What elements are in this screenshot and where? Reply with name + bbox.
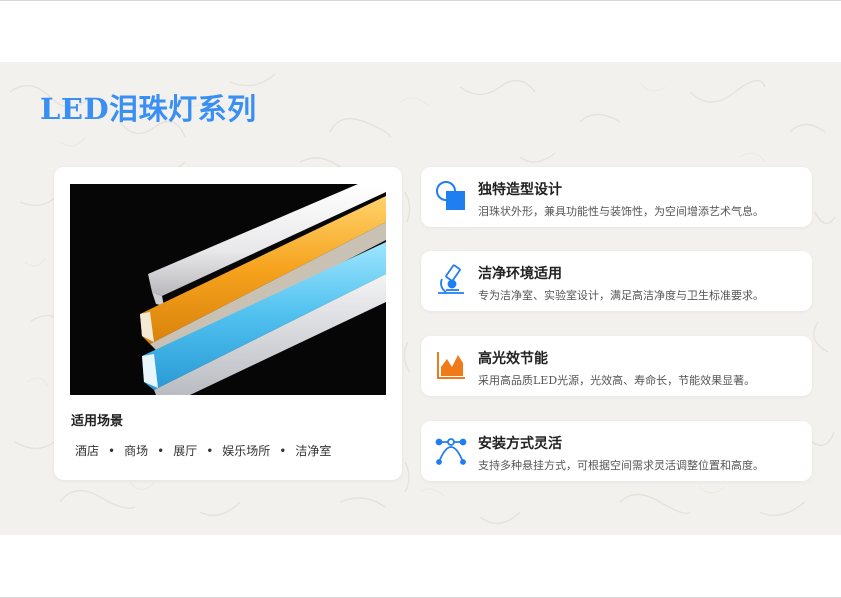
shape-design-icon	[435, 180, 467, 212]
feature-description: 专为洁净室、实验室设计，满足高洁净度与卫生标准要求。	[478, 289, 764, 302]
led-tube-lights-image	[140, 184, 386, 395]
feature-card-installation: 安装方式灵活 支持多种悬挂方式，可根据空间需求灵活调整位置和高度。	[421, 421, 812, 481]
feature-description: 支持多种悬挂方式，可根据空间需求灵活调整位置和高度。	[478, 459, 764, 472]
scene-item: 展厅	[173, 444, 198, 458]
bezier-curve-icon	[435, 434, 467, 466]
feature-card-efficiency: 高光效节能 采用高品质LED光源，光效高、寿命长，节能效果显著。	[421, 336, 812, 396]
microscope-icon	[435, 264, 467, 296]
scene-separator: •	[279, 444, 287, 458]
product-card: 适用场景 酒店 • 商场 • 展厅 • 娱乐场所 • 洁净室	[54, 167, 402, 480]
page-title: LED泪珠灯系列	[40, 92, 257, 126]
scenes-heading: 适用场景	[71, 414, 124, 429]
feature-description: 泪珠状外形，兼具功能性与装饰性，为空间增添艺术气息。	[478, 205, 764, 218]
scene-separator: •	[108, 444, 116, 458]
feature-title: 洁净环境适用	[478, 266, 562, 282]
scene-item: 商场	[124, 444, 149, 458]
scenes-list: 酒店 • 商场 • 展厅 • 娱乐场所 • 洁净室	[75, 442, 331, 459]
scene-item: 洁净室	[295, 444, 332, 458]
product-photo	[70, 184, 386, 395]
feature-card-clean: 洁净环境适用 专为洁净室、实验室设计，满足高洁净度与卫生标准要求。	[421, 251, 812, 311]
feature-title: 独特造型设计	[478, 182, 562, 198]
feature-card-design: 独特造型设计 泪珠状外形，兼具功能性与装饰性，为空间增添艺术气息。	[421, 167, 812, 227]
slide-page: LED泪珠灯系列 适用场景 酒店 • 商场 • 展厅 • 娱乐场所 • 洁净室 …	[0, 0, 841, 598]
feature-description: 采用高品质LED光源，光效高、寿命长，节能效果显著。	[478, 374, 756, 387]
area-chart-icon	[435, 349, 467, 381]
scene-item: 酒店	[75, 444, 100, 458]
feature-title: 高光效节能	[478, 351, 548, 367]
feature-title: 安装方式灵活	[478, 436, 562, 452]
scene-item: 娱乐场所	[222, 444, 271, 458]
top-divider	[0, 0, 841, 1]
scene-separator: •	[206, 444, 214, 458]
scene-separator: •	[157, 444, 165, 458]
